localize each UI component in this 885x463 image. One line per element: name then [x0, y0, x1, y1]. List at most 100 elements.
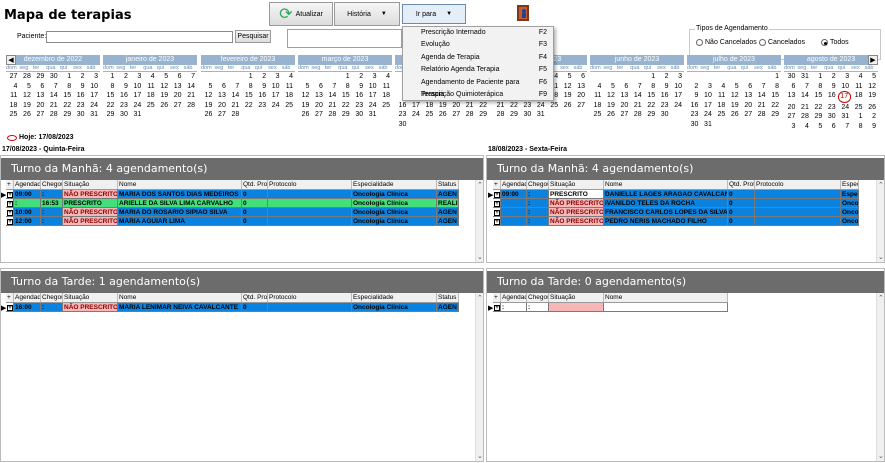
calendar-day[interactable]: 20: [170, 91, 183, 101]
calendar-day[interactable]: 6: [33, 82, 46, 92]
table-row[interactable]: +::: [493, 303, 728, 312]
calendar-day[interactable]: 15: [103, 91, 116, 101]
calendar-day[interactable]: 4: [797, 122, 810, 132]
cell-qtd[interactable]: 0: [728, 199, 755, 208]
cell-nome[interactable]: PEDRO NERIS MACHADO FILHO: [604, 217, 728, 226]
column-header[interactable]: Situação: [549, 293, 604, 302]
calendar-day[interactable]: 5: [603, 82, 616, 92]
calendar-day[interactable]: 18: [714, 101, 727, 111]
cell-expand[interactable]: +: [493, 190, 501, 199]
calendar-day[interactable]: 11: [714, 91, 727, 101]
cell-sit[interactable]: NÃO PRESCRITO: [549, 208, 604, 217]
cell-esp[interactable]: Oncologia Clínica: [352, 199, 437, 208]
calendar-day[interactable]: 27: [214, 110, 227, 120]
calendar-day[interactable]: 25: [851, 103, 864, 113]
cell-ag[interactable]: 09:00: [14, 190, 41, 199]
column-header[interactable]: Agendado: [14, 180, 41, 189]
column-header[interactable]: Nome: [604, 180, 728, 189]
calendar-day[interactable]: 4: [143, 72, 156, 82]
column-header[interactable]: Chegou: [41, 293, 63, 302]
calendar-day[interactable]: 3: [838, 72, 851, 82]
calendar-day[interactable]: 5: [298, 82, 311, 92]
calendar-day[interactable]: 24: [130, 101, 143, 111]
calendar-day[interactable]: 23: [824, 103, 837, 113]
column-header[interactable]: +: [493, 180, 501, 189]
cell-ch[interactable]: :: [41, 303, 63, 312]
calendar-day[interactable]: 6: [784, 82, 797, 92]
calendar-day[interactable]: 1: [103, 72, 116, 82]
cell-p[interactable]: [268, 199, 352, 208]
calendar-day[interactable]: 3: [700, 82, 713, 92]
calendar-day[interactable]: 29: [476, 110, 489, 120]
calendar-day[interactable]: 10: [671, 82, 684, 92]
calendar-day[interactable]: 19: [560, 91, 573, 101]
scrollbar[interactable]: ⌃ ⌄: [475, 293, 483, 461]
calendar-day[interactable]: 1: [768, 72, 781, 82]
calendar-day[interactable]: 29: [811, 112, 824, 122]
cell-st[interactable]: AGEN: [437, 303, 459, 312]
calendar-day[interactable]: 6: [170, 72, 183, 82]
calendar-day[interactable]: 19: [19, 101, 32, 111]
exit-door-icon[interactable]: [513, 3, 535, 23]
cell-ag[interactable]: [501, 217, 527, 226]
calendar-day[interactable]: 22: [506, 101, 519, 111]
calendar-day[interactable]: 24: [671, 101, 684, 111]
calendar-day[interactable]: 23: [255, 101, 268, 111]
column-header[interactable]: +: [6, 180, 14, 189]
calendar-day[interactable]: 12: [603, 91, 616, 101]
calendar-day[interactable]: 6: [741, 82, 754, 92]
calendar-day[interactable]: 25: [714, 110, 727, 120]
column-header[interactable]: Situação: [549, 180, 604, 189]
expand-icon[interactable]: +: [494, 192, 500, 198]
cell-sit[interactable]: NÃO PRESCRITO: [63, 190, 118, 199]
calendar-day[interactable]: 9: [116, 82, 129, 92]
calendar-day[interactable]: 2: [687, 82, 700, 92]
expand-icon[interactable]: +: [7, 219, 13, 225]
cell-sit[interactable]: PRESCRITO: [549, 190, 604, 199]
calendar-day[interactable]: 17: [408, 101, 421, 111]
calendar-day[interactable]: 21: [325, 101, 338, 111]
calendar-day[interactable]: 16: [687, 101, 700, 111]
calendar-day[interactable]: 20: [741, 101, 754, 111]
paciente-input[interactable]: [46, 31, 233, 43]
cell-nome[interactable]: FRANCISCO CARLOS LOPES DA SILVA: [604, 208, 728, 217]
expand-icon[interactable]: +: [494, 201, 500, 207]
cell-qtd[interactable]: 0: [728, 190, 755, 199]
cell-p[interactable]: [755, 199, 841, 208]
calendar-day[interactable]: 21: [228, 101, 241, 111]
calendar-day[interactable]: 22: [103, 101, 116, 111]
calendar-day[interactable]: 25: [379, 101, 392, 111]
calendar-day[interactable]: 3: [87, 72, 100, 82]
calendar-day[interactable]: 27: [574, 101, 587, 111]
calendar-day[interactable]: 11: [590, 91, 603, 101]
cell-expand[interactable]: +: [6, 208, 14, 217]
cell-expand[interactable]: +: [6, 217, 14, 226]
calendar-day[interactable]: 31: [797, 72, 810, 82]
column-header[interactable]: Especialidade: [352, 293, 437, 302]
radio-cancelados[interactable]: Cancelados: [759, 39, 805, 46]
cell-nome[interactable]: IVANILDO TELES DA ROCHA: [604, 199, 728, 208]
cell-ch[interactable]: :: [41, 217, 63, 226]
expand-icon[interactable]: +: [494, 210, 500, 216]
calendar-day[interactable]: 14: [228, 91, 241, 101]
calendar-day[interactable]: 17: [700, 101, 713, 111]
cell-ch[interactable]: :: [527, 303, 549, 312]
column-header[interactable]: Protocolo: [268, 293, 352, 302]
calendar-day[interactable]: 25: [422, 110, 435, 120]
calendar-day[interactable]: 28: [493, 110, 506, 120]
calendar-day[interactable]: 8: [338, 82, 351, 92]
calendar-day[interactable]: 22: [60, 101, 73, 111]
calendar-day[interactable]: 13: [741, 91, 754, 101]
calendar-day[interactable]: 9: [687, 91, 700, 101]
calendar-day[interactable]: 23: [73, 101, 86, 111]
calendar-day[interactable]: 28: [630, 110, 643, 120]
calendar-day[interactable]: 9: [865, 122, 878, 132]
calendar-day[interactable]: 15: [241, 91, 254, 101]
calendar-day[interactable]: 19: [157, 91, 170, 101]
calendar-day[interactable]: 10: [838, 82, 851, 92]
calendar-day[interactable]: 13: [214, 91, 227, 101]
calendar-day[interactable]: 7: [838, 122, 851, 132]
calendar-day[interactable]: 29: [644, 110, 657, 120]
calendar-day[interactable]: 5: [560, 72, 573, 82]
calendar-day[interactable]: 8: [644, 82, 657, 92]
